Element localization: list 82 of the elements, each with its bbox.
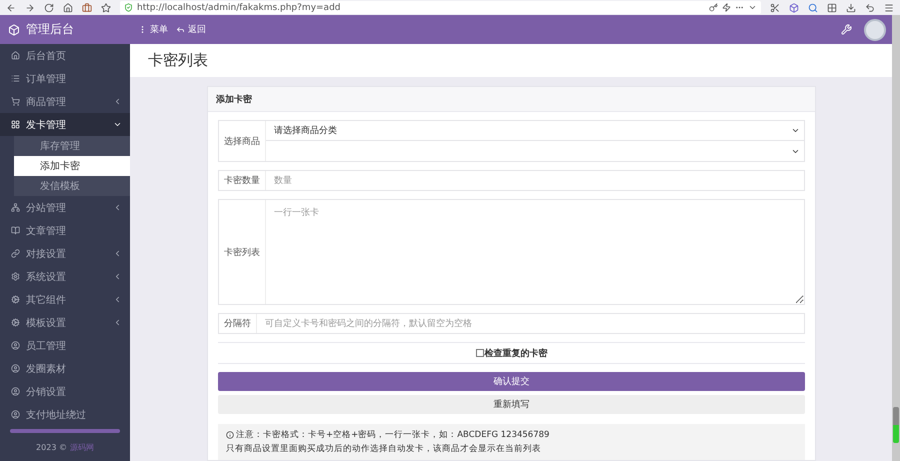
scroll-thumb[interactable] — [893, 407, 899, 443]
grid-icon — [11, 120, 20, 129]
reply-arrow-icon — [176, 25, 185, 34]
list-icon — [11, 74, 20, 83]
undo-icon[interactable] — [865, 2, 875, 12]
grid-icon[interactable] — [827, 2, 837, 12]
chevron-down-icon — [791, 126, 800, 135]
menu-icon[interactable] — [884, 2, 894, 12]
sidebar-item[interactable]: 系统设置 — [0, 265, 130, 288]
scrollbar[interactable] — [892, 15, 900, 461]
avatar[interactable] — [864, 18, 886, 40]
card-title: 添加卡密 — [208, 87, 815, 112]
cog-icon — [11, 295, 20, 304]
scissors-icon[interactable] — [770, 2, 780, 12]
sidebar-item[interactable]: 分销设置 — [0, 380, 130, 403]
field-label: 选择商品 — [219, 121, 266, 161]
forward-icon[interactable] — [25, 2, 35, 12]
user-circle-icon — [11, 364, 20, 373]
lightning-icon[interactable] — [722, 3, 731, 12]
separator-field[interactable]: 分隔符 可自定义卡号和密码之间的分隔符，默认留空为空格 — [218, 313, 805, 334]
chevron-left-icon — [113, 272, 122, 281]
sidebar-item[interactable]: 员工管理 — [0, 334, 130, 357]
book-icon — [11, 226, 20, 235]
link-icon — [11, 249, 20, 258]
sidebar-item[interactable]: 模板设置 — [0, 311, 130, 334]
chevron-left-icon — [113, 203, 122, 212]
sidebar-subitem[interactable]: 添加卡密 — [14, 156, 130, 176]
back-link[interactable]: 返回 — [176, 23, 206, 36]
chevron-left-icon — [113, 295, 122, 304]
cart-icon — [11, 97, 20, 106]
sidebar-item[interactable]: 其它组件 — [0, 288, 130, 311]
page-title: 卡密列表 — [148, 51, 208, 70]
star-icon[interactable] — [101, 2, 111, 12]
reload-icon[interactable] — [44, 2, 54, 12]
sidebar-subitem[interactable]: 库存管理 — [14, 136, 130, 156]
sidebar-item[interactable]: 发圈素材 — [0, 357, 130, 380]
menu-link[interactable]: 菜单 — [138, 23, 168, 36]
sidebar-item[interactable]: 对接设置 — [0, 242, 130, 265]
address-bar[interactable]: http://localhost/admin/fakakms.php?my=add — [120, 1, 761, 14]
briefcase-icon[interactable] — [82, 2, 92, 12]
category-select[interactable]: 请选择商品分类 — [266, 121, 804, 141]
back-icon[interactable] — [6, 2, 16, 12]
sidebar-item[interactable]: 商品管理 — [0, 90, 130, 113]
key-icon[interactable] — [709, 3, 718, 12]
user-circle-icon — [11, 410, 20, 419]
user-circle-icon — [11, 387, 20, 396]
settings-icon — [11, 272, 20, 281]
sidebar-item[interactable]: 分站管理 — [0, 196, 130, 219]
info-icon — [226, 431, 234, 439]
search-icon[interactable] — [808, 2, 818, 12]
duplicate-check-label[interactable]: 检查重复的卡密 — [476, 346, 548, 360]
cog-icon — [11, 318, 20, 327]
download-icon[interactable] — [846, 2, 856, 12]
shield-icon — [124, 3, 133, 12]
note-text: 只有商品设置里面购买成功后的动作选择自动发卡，该商品才会显示在当前列表 — [226, 443, 541, 455]
url-text: http://localhost/admin/fakakms.php?my=add — [137, 2, 340, 12]
sidebar-item[interactable]: 订单管理 — [0, 67, 130, 90]
reset-button[interactable]: 重新填写 — [218, 395, 805, 414]
brand-title: 管理后台 — [26, 21, 74, 38]
chevron-down-icon[interactable] — [748, 3, 757, 12]
home-icon — [11, 51, 20, 60]
sidebar-item[interactable]: 支付地址绕过 — [0, 403, 130, 426]
sidebar-item[interactable]: 发卡管理 — [0, 113, 130, 136]
sidebar-item[interactable]: 后台首页 — [0, 44, 130, 67]
box-icon[interactable] — [789, 2, 799, 12]
cube-icon — [8, 24, 20, 36]
user-circle-icon — [11, 341, 20, 350]
chevron-down-icon — [113, 120, 122, 129]
card-list-field[interactable]: 卡密列表 一行一张卡 — [218, 199, 805, 305]
sitemap-icon — [11, 203, 20, 212]
submit-button[interactable]: 确认提交 — [218, 372, 805, 391]
chevron-left-icon — [113, 318, 122, 327]
footer-text: 2023 © — [36, 442, 67, 452]
chevron-left-icon — [113, 249, 122, 258]
sidebar-subitem[interactable]: 发信模板 — [14, 176, 130, 196]
wrench-icon[interactable] — [841, 24, 852, 35]
checkbox[interactable] — [476, 349, 484, 357]
note-text: 注意：卡密格式：卡号+空格+密码，一行一张卡，如：ABCDEFG 123456789 — [236, 429, 550, 441]
chevron-left-icon — [113, 97, 122, 106]
quantity-field[interactable]: 卡密数量 数量 — [218, 170, 805, 191]
sidebar-item[interactable]: 文章管理 — [0, 219, 130, 242]
home-icon[interactable] — [63, 2, 73, 12]
